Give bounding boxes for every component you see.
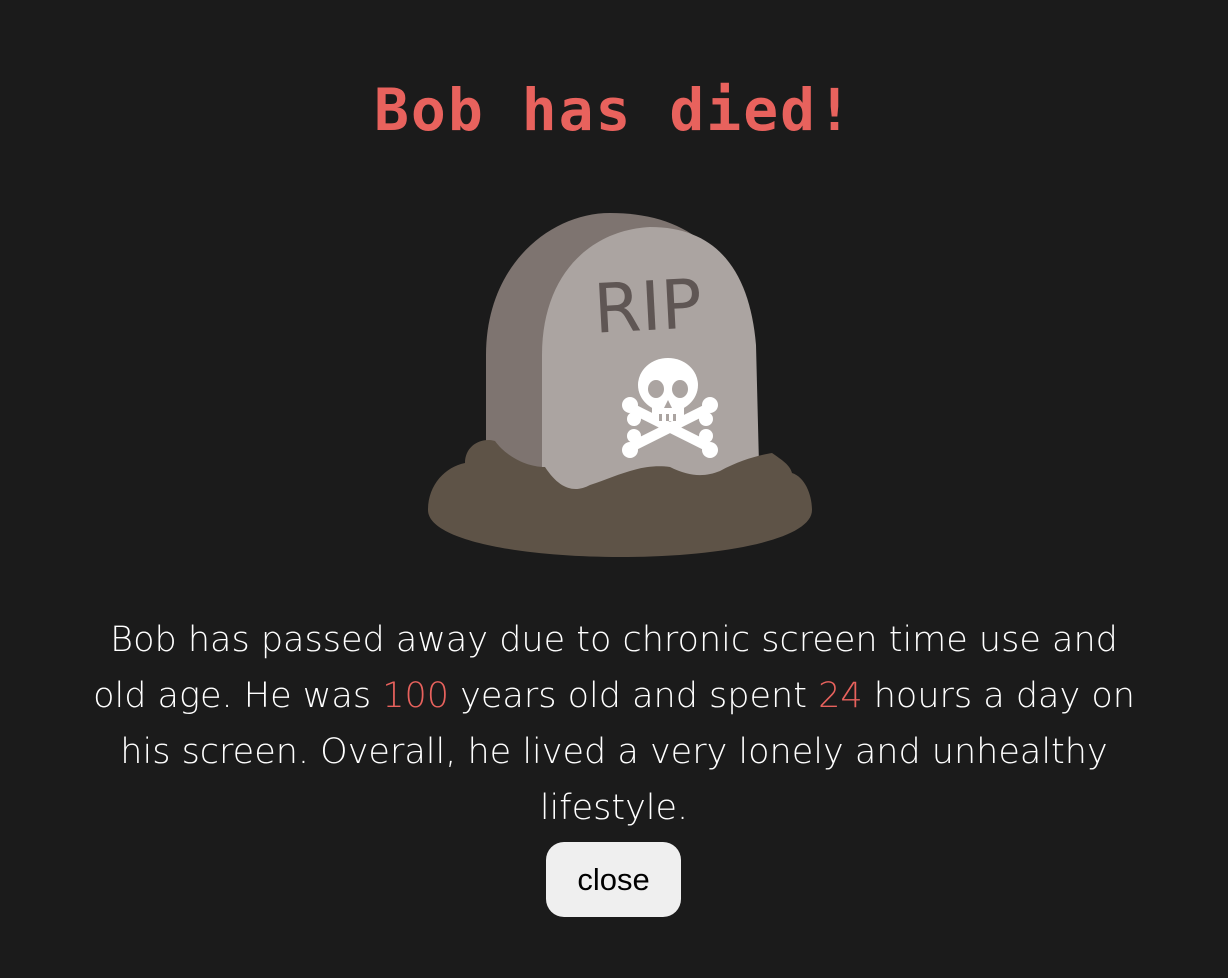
death-message: Bob has passed away due to chronic scree… xyxy=(90,612,1138,836)
message-text-2: years old and spent xyxy=(449,676,819,716)
tombstone-icon: RIP xyxy=(420,205,820,565)
death-dialog: Bob has died! RIP Bob has passed away du… xyxy=(0,0,1228,978)
age-value: 100 xyxy=(382,676,450,716)
tombstone-inscription: RIP xyxy=(592,265,704,350)
dialog-title: Bob has died! xyxy=(374,76,854,144)
hours-value: 24 xyxy=(818,676,863,716)
close-button[interactable]: close xyxy=(546,842,681,917)
